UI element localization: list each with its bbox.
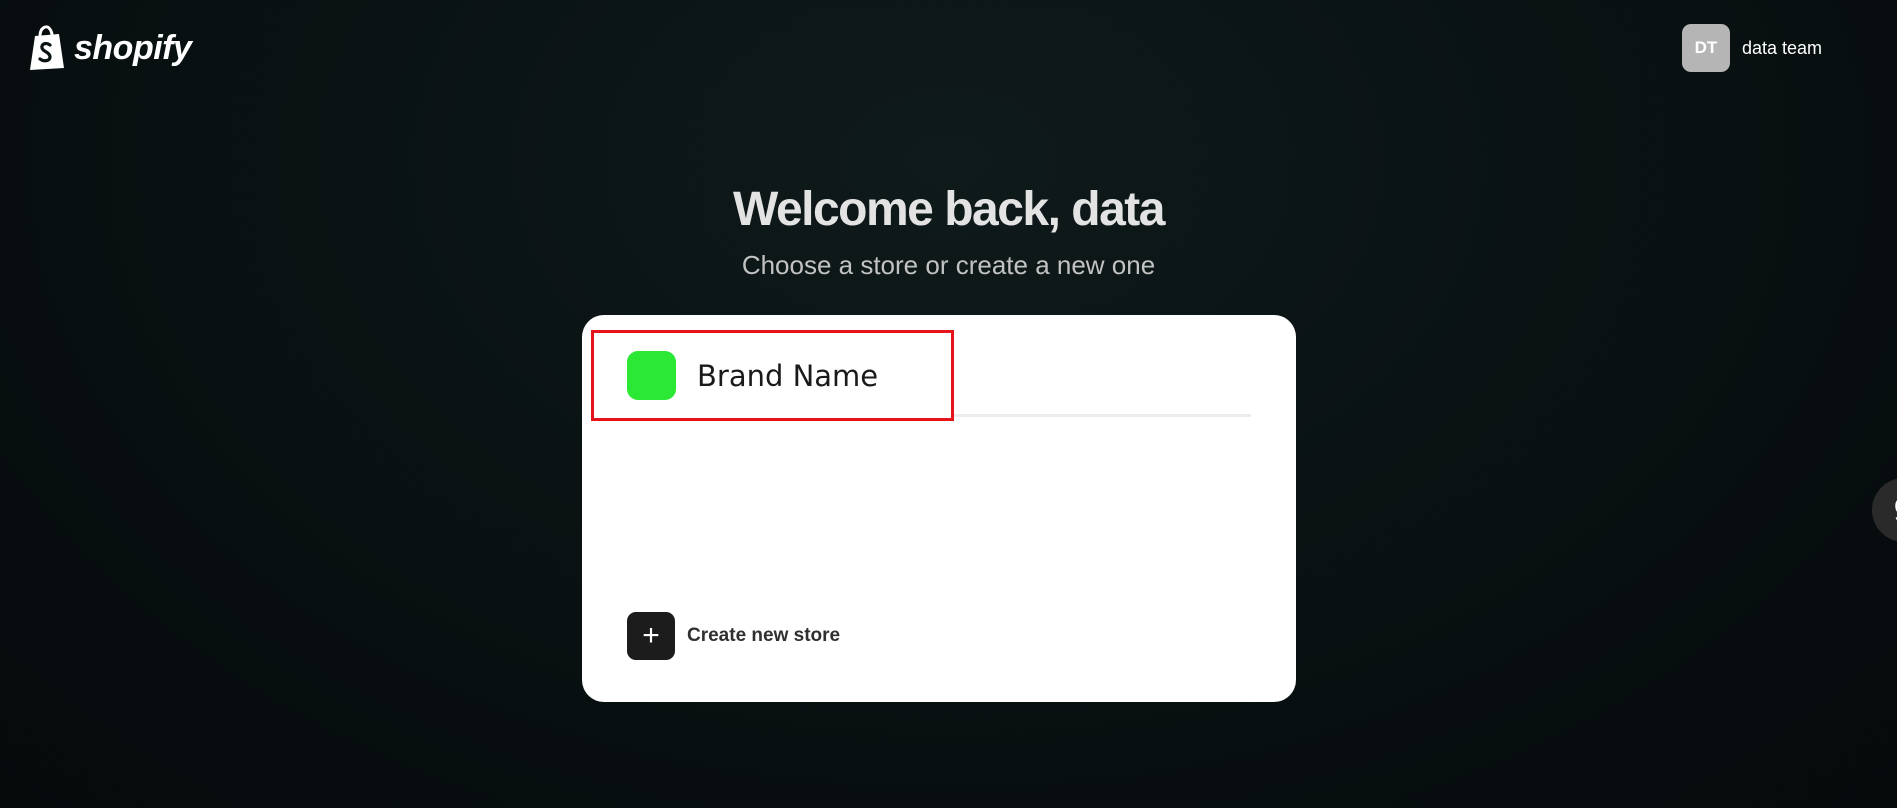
- user-menu[interactable]: DT data team: [1682, 24, 1822, 72]
- avatar[interactable]: DT: [1682, 24, 1730, 72]
- page-subtitle: Choose a store or create a new one: [741, 250, 1156, 280]
- divider: [954, 414, 1251, 417]
- create-new-store-button[interactable]: + Create new store: [627, 612, 840, 660]
- top-bar: shopify DT data team: [0, 0, 1897, 96]
- store-item-brand-name[interactable]: Brand Name: [591, 330, 954, 421]
- store-name: Brand Name: [697, 358, 879, 393]
- shopping-bag-icon: [30, 25, 64, 70]
- plus-icon: +: [627, 612, 675, 660]
- store-picker-card: Brand Name + Create new store: [582, 315, 1296, 702]
- logo-wordmark: shopify: [74, 28, 192, 67]
- page-title: Welcome back, data: [733, 183, 1165, 236]
- store-logo-icon: [627, 351, 676, 400]
- side-help-widget[interactable]: 9: [1872, 478, 1897, 542]
- create-new-store-label: Create new store: [687, 625, 841, 646]
- shopify-logo[interactable]: shopify: [26, 24, 192, 72]
- user-name[interactable]: data team: [1742, 38, 1822, 59]
